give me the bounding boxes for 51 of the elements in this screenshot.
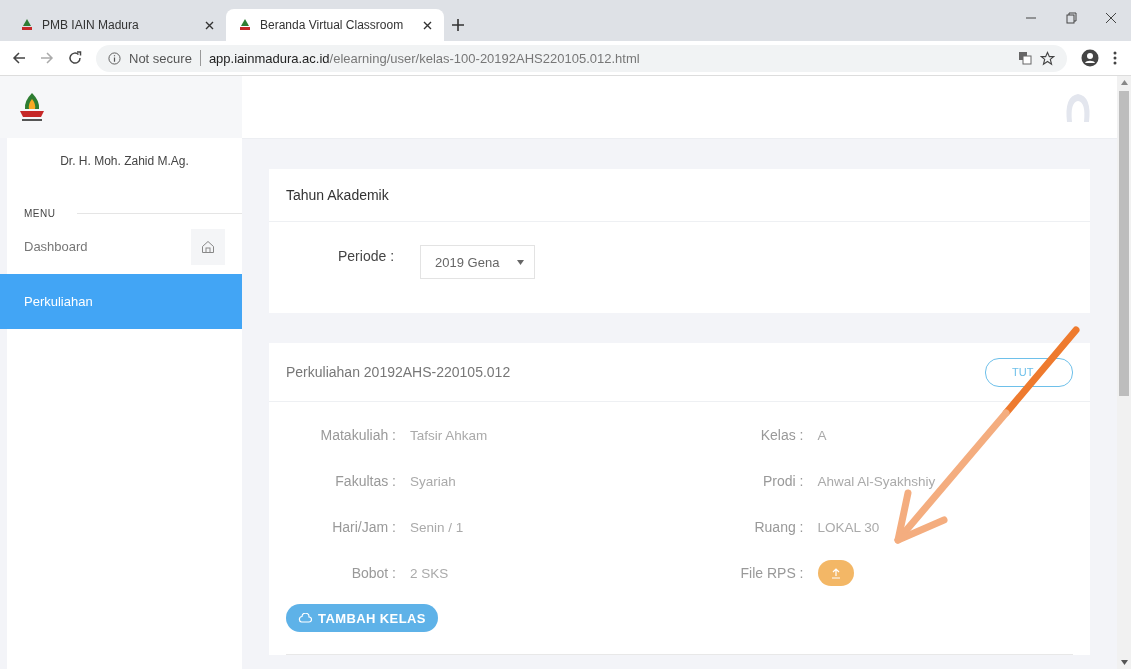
security-label: Not secure	[129, 50, 192, 66]
field-label: Fakultas :	[334, 473, 396, 489]
field-label: Kelas :	[759, 427, 804, 443]
new-tab-icon[interactable]	[452, 19, 464, 31]
field-value: Tafsir Ahkam	[410, 427, 488, 443]
sidebar-item[interactable]: Dashboard	[0, 219, 242, 274]
logo-icon	[238, 18, 252, 32]
info-icon	[108, 51, 121, 65]
close-icon[interactable]	[1105, 12, 1117, 24]
field-label: Hari/Jam :	[331, 519, 396, 535]
tab-title: PMB IAIN Madura	[42, 18, 140, 32]
menu-heading: MENU	[24, 208, 56, 219]
card-title: Perkuliahan 20192AHS-220105.012	[286, 364, 511, 380]
close-tab-icon[interactable]	[423, 20, 432, 30]
translate-icon[interactable]	[1018, 51, 1032, 65]
university-logo-icon	[17, 91, 47, 123]
field-value: 2 SKS	[410, 565, 449, 581]
scroll-up-icon[interactable]	[1120, 80, 1128, 85]
field-value: Senin / 1	[410, 519, 464, 535]
browser-tab[interactable]: PMB IAIN Madura	[8, 9, 226, 41]
upload-icon	[829, 567, 842, 579]
field-label: Matakuliah :	[319, 427, 396, 443]
tab-title: Beranda Virtual Classroom	[260, 18, 405, 32]
field-label: Bobot :	[350, 565, 396, 581]
back-arrow-icon[interactable]	[12, 51, 26, 65]
logo-icon	[20, 18, 34, 32]
field-label: Prodi :	[762, 473, 804, 489]
field-value: Syariah	[410, 473, 456, 489]
scroll-down-icon[interactable]	[1120, 660, 1128, 665]
address-bar[interactable]: Not secure app.iainmadura.ac.id/elearning/user/kelas-100-20192AHS220105.012.html	[96, 44, 1067, 72]
account-icon[interactable]	[1081, 49, 1099, 67]
period-label: Periode :	[338, 248, 395, 264]
field-label: Ruang :	[753, 519, 804, 535]
close-tab-icon[interactable]	[205, 20, 214, 30]
reload-icon[interactable]	[68, 51, 82, 65]
field-value: A	[817, 427, 827, 443]
url-text: app.iainmadura.ac.id/elearning/user/kelas-100-20192AHS220105.012.html	[208, 50, 640, 66]
restore-icon[interactable]	[1065, 12, 1077, 24]
more-menu-icon[interactable]	[1113, 51, 1117, 65]
home-icon	[191, 228, 225, 265]
field-value: LOKAL 30	[817, 519, 880, 535]
star-icon[interactable]	[1040, 50, 1055, 66]
field-label: File RPS :	[739, 565, 804, 581]
cloud-icon	[298, 613, 312, 623]
card-title: Tahun Akademik	[286, 187, 389, 203]
caret-icon	[517, 259, 525, 265]
scrollbar[interactable]	[1117, 76, 1131, 669]
field-value: Ahwal Al-Syakhshiy	[817, 473, 936, 489]
period-select[interactable]: 2019 Gena	[420, 245, 536, 279]
user-name: Dr. H. Moh. Zahid M.Ag.	[59, 153, 190, 170]
browser-tab[interactable]: Beranda Virtual Classroom	[226, 9, 444, 41]
